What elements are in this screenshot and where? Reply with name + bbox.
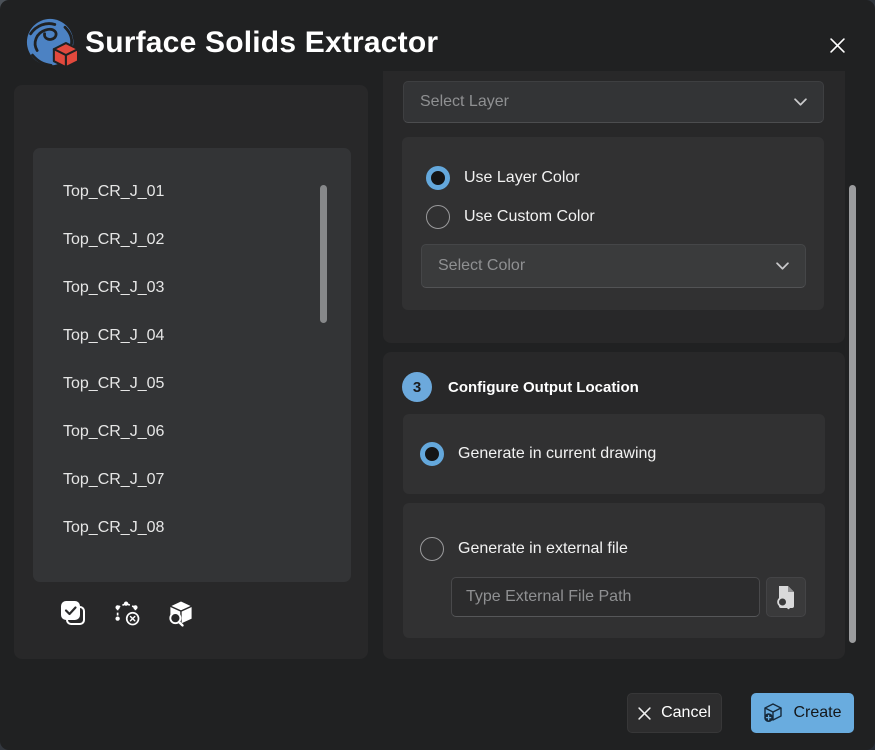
surface-list-item[interactable]: Top_CR_J_02 <box>33 216 351 264</box>
cancel-label: Cancel <box>661 704 711 722</box>
surface-tools <box>58 598 196 628</box>
surface-list-item[interactable]: Top_CR_J_08 <box>33 504 351 552</box>
browse-file-button[interactable] <box>766 577 806 617</box>
surface-list-item[interactable]: Top_CR_J_05 <box>33 360 351 408</box>
external-file-card: Generate in external file <box>403 503 825 638</box>
create-label: Create <box>793 704 841 722</box>
color-mode-card: Use Layer Color Use Custom Color Select … <box>402 137 824 310</box>
cancel-x-icon <box>638 707 651 720</box>
cube-add-icon <box>763 703 783 723</box>
radio-label: Generate in external file <box>458 540 628 558</box>
surface-list-item[interactable]: Top_CR_J_07 <box>33 456 351 504</box>
cancel-button[interactable]: Cancel <box>627 693 722 733</box>
radio-label: Generate in current drawing <box>458 445 656 463</box>
close-button[interactable] <box>815 29 859 61</box>
radio-label: Use Custom Color <box>464 208 595 226</box>
radio-generate-external-file[interactable]: Generate in external file <box>420 537 628 561</box>
close-icon <box>830 38 845 53</box>
chevron-down-icon <box>776 262 789 270</box>
surface-list-item[interactable]: Top_CR_J_06 <box>33 408 351 456</box>
create-button[interactable]: Create <box>751 693 854 733</box>
surfaces-panel: 1 Select Surfaces to Process Top_CR_J_01… <box>14 85 368 659</box>
radio-generate-current-drawing[interactable]: Generate in current drawing <box>420 442 656 466</box>
surface-list-item[interactable]: Top_CR_J_03 <box>33 264 351 312</box>
box-search-icon <box>166 598 196 628</box>
select-all-button[interactable] <box>58 598 88 628</box>
select-all-icon <box>58 598 88 628</box>
app-logo-icon <box>26 18 78 70</box>
radio-label: Use Layer Color <box>464 169 580 187</box>
surface-list-item[interactable]: Top_CR_J_01 <box>33 168 351 216</box>
radio-use-custom-color[interactable]: Use Custom Color <box>426 205 595 229</box>
chevron-down-icon <box>794 98 807 106</box>
radio-circle-icon <box>420 442 444 466</box>
layer-select[interactable]: Select Layer <box>403 81 824 123</box>
options-scroll-area: Select Layer Use Layer Color Use Custom … <box>383 71 863 659</box>
surface-solids-extractor-dialog: Surface Solids Extractor 1 Select Surfac… <box>0 0 875 750</box>
step-3-title: Configure Output Location <box>448 379 639 396</box>
current-drawing-card: Generate in current drawing <box>403 414 825 494</box>
options-scrollbar[interactable] <box>849 185 856 643</box>
inspect-solids-button[interactable] <box>166 598 196 628</box>
surface-list: Top_CR_J_01 Top_CR_J_02 Top_CR_J_03 Top_… <box>33 148 351 582</box>
surface-list-item[interactable]: Top_CR_J_04 <box>33 312 351 360</box>
file-search-icon <box>775 585 798 610</box>
output-panel: 3 Configure Output Location Generate in … <box>383 352 845 659</box>
radio-circle-icon <box>426 166 450 190</box>
radio-circle-icon <box>426 205 450 229</box>
radio-use-layer-color[interactable]: Use Layer Color <box>426 166 580 190</box>
step-3-badge: 3 <box>402 372 432 402</box>
surface-list-scrollbar[interactable] <box>320 185 327 323</box>
clear-selection-button[interactable] <box>112 598 142 628</box>
external-file-path-input[interactable] <box>451 577 760 617</box>
footer-bar: Cancel Create <box>0 659 875 750</box>
layer-select-placeholder: Select Layer <box>420 93 509 111</box>
clear-selection-icon <box>112 598 142 628</box>
radio-circle-icon <box>420 537 444 561</box>
step-3-header: 3 Configure Output Location <box>402 372 639 402</box>
color-select[interactable]: Select Color <box>421 244 806 288</box>
layer-panel: Select Layer Use Layer Color Use Custom … <box>383 71 845 343</box>
color-select-placeholder: Select Color <box>438 257 525 275</box>
